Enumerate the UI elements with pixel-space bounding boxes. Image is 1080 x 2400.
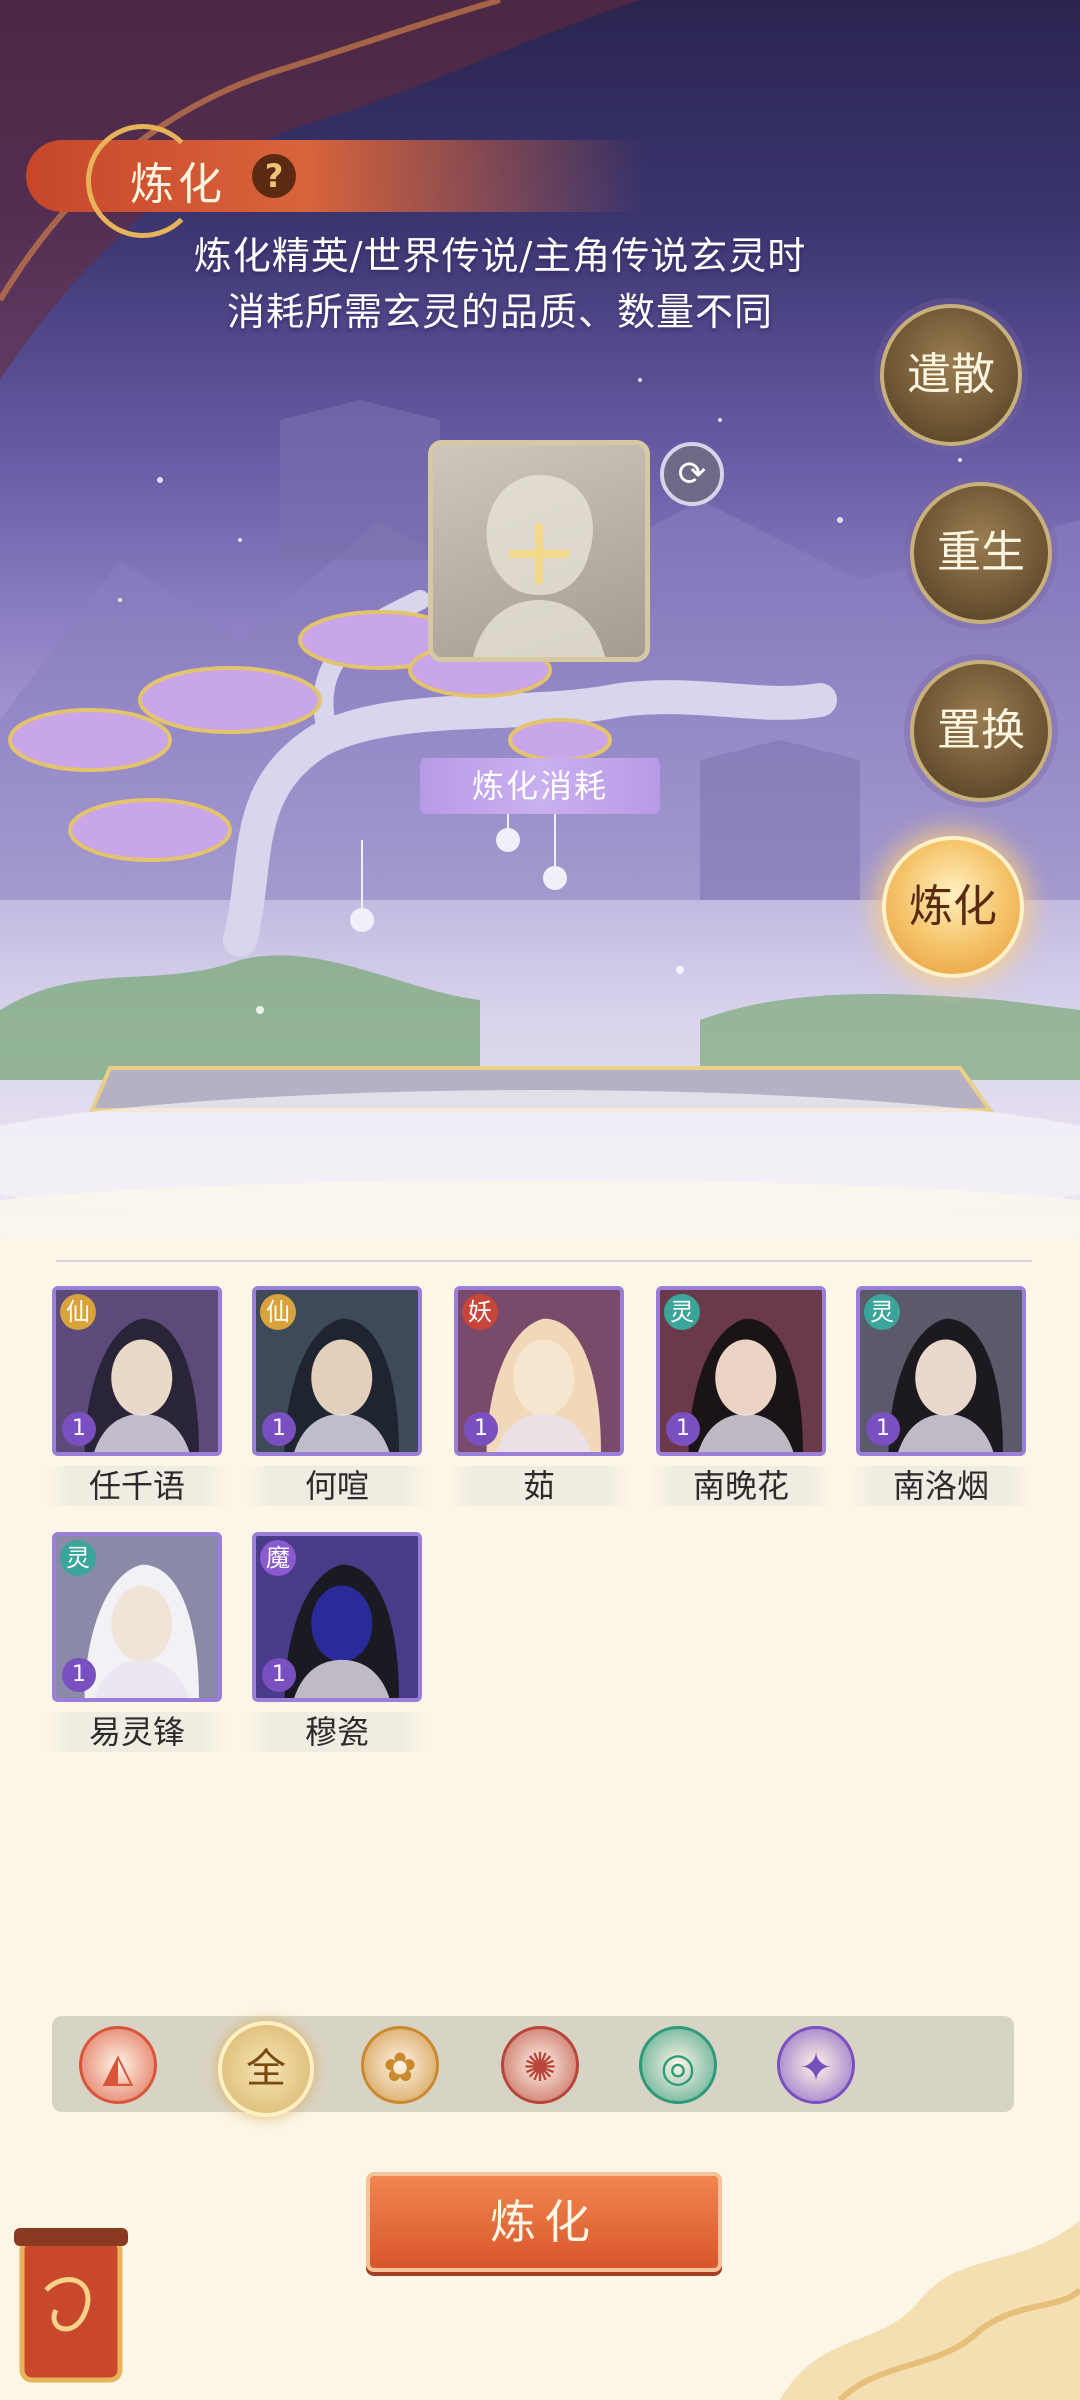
character-portrait[interactable]: 仙1 (52, 1286, 222, 1456)
character-portrait[interactable]: 灵1 (656, 1286, 826, 1456)
all-icon[interactable]: 全 (218, 2021, 314, 2117)
character-portrait[interactable]: 仙1 (252, 1286, 422, 1456)
character-name: 何喧 (246, 1466, 428, 1506)
refine-button[interactable]: 炼化 (366, 2172, 722, 2272)
spirit-swirl-icon[interactable]: ◎ (639, 2026, 717, 2104)
section-divider (56, 1260, 1032, 1262)
level-badge: 1 (866, 1412, 900, 1446)
faction-badge: 灵 (864, 1294, 900, 1330)
demon-emblem-icon[interactable]: ✺ (501, 2026, 579, 2104)
lantern-icon[interactable] (6, 2220, 136, 2400)
faction-badge: 仙 (60, 1294, 96, 1330)
refine-slot[interactable]: + (428, 440, 650, 662)
rebirth-button[interactable]: 重生 (910, 482, 1052, 624)
level-badge: 1 (62, 1658, 96, 1692)
character-portrait[interactable]: 灵1 (52, 1532, 222, 1702)
level-badge: 1 (666, 1412, 700, 1446)
replace-button[interactable]: 置换 (910, 660, 1052, 802)
refine-tab-button[interactable]: 炼化 (882, 836, 1024, 978)
refine-scene: 炼化 ? 炼化精英/世界传说/主角传说玄灵时 消耗所需玄灵的品质、数量不同 遣散… (0, 0, 1080, 1240)
character-name: 南晚花 (650, 1466, 832, 1506)
faction-badge: 妖 (462, 1294, 498, 1330)
character-name: 穆瓷 (246, 1712, 428, 1752)
swap-icon[interactable]: ⟳ (660, 442, 724, 506)
character-portrait[interactable]: 魔1 (252, 1532, 422, 1702)
refine-description: 炼化精英/世界传说/主角传说玄灵时 消耗所需玄灵的品质、数量不同 (120, 228, 880, 340)
character-card[interactable]: 灵 1 易灵锋 (46, 1532, 228, 1752)
faction-badge: 魔 (260, 1540, 296, 1576)
description-line-2: 消耗所需玄灵的品质、数量不同 (226, 290, 773, 334)
dismiss-button[interactable]: 遣散 (880, 304, 1022, 446)
character-card[interactable]: 妖1茹 (448, 1286, 630, 1506)
character-name: 易灵锋 (46, 1712, 228, 1752)
level-badge: 1 (262, 1658, 296, 1692)
faction-badge: 仙 (260, 1294, 296, 1330)
fire-emblem-icon[interactable]: ◭ (79, 2026, 157, 2104)
faction-badge: 灵 (664, 1294, 700, 1330)
lotus-icon[interactable]: ✿ (361, 2026, 439, 2104)
character-name: 任千语 (46, 1466, 228, 1506)
character-name: 南洛烟 (850, 1466, 1032, 1506)
description-line-1: 炼化精英/世界传说/主角传说玄灵时 (193, 234, 807, 278)
level-badge: 1 (464, 1412, 498, 1446)
character-card[interactable]: 仙 1 任千语 (46, 1286, 228, 1506)
character-card[interactable]: 仙 1 何喧 (246, 1286, 428, 1506)
level-badge: 1 (262, 1412, 296, 1446)
character-card[interactable]: 灵 1 南晚花 (650, 1286, 832, 1506)
level-badge: 1 (62, 1412, 96, 1446)
page-title: 炼化 (130, 159, 226, 210)
faction-badge: 灵 (60, 1540, 96, 1576)
character-name: 茹 (448, 1466, 630, 1506)
plus-icon: + (498, 495, 580, 607)
cloud-ornament (780, 2220, 1080, 2400)
question-icon[interactable]: ? (252, 154, 296, 198)
character-card[interactable]: 魔 1 穆瓷 (246, 1532, 428, 1752)
character-card[interactable]: 灵 1 南洛烟 (850, 1286, 1032, 1506)
refine-cost-label: 炼化消耗 (420, 758, 660, 814)
crystal-icon[interactable]: ✦ (777, 2026, 855, 2104)
character-portrait[interactable]: 妖1 (454, 1286, 624, 1456)
character-portrait[interactable]: 灵1 (856, 1286, 1026, 1456)
